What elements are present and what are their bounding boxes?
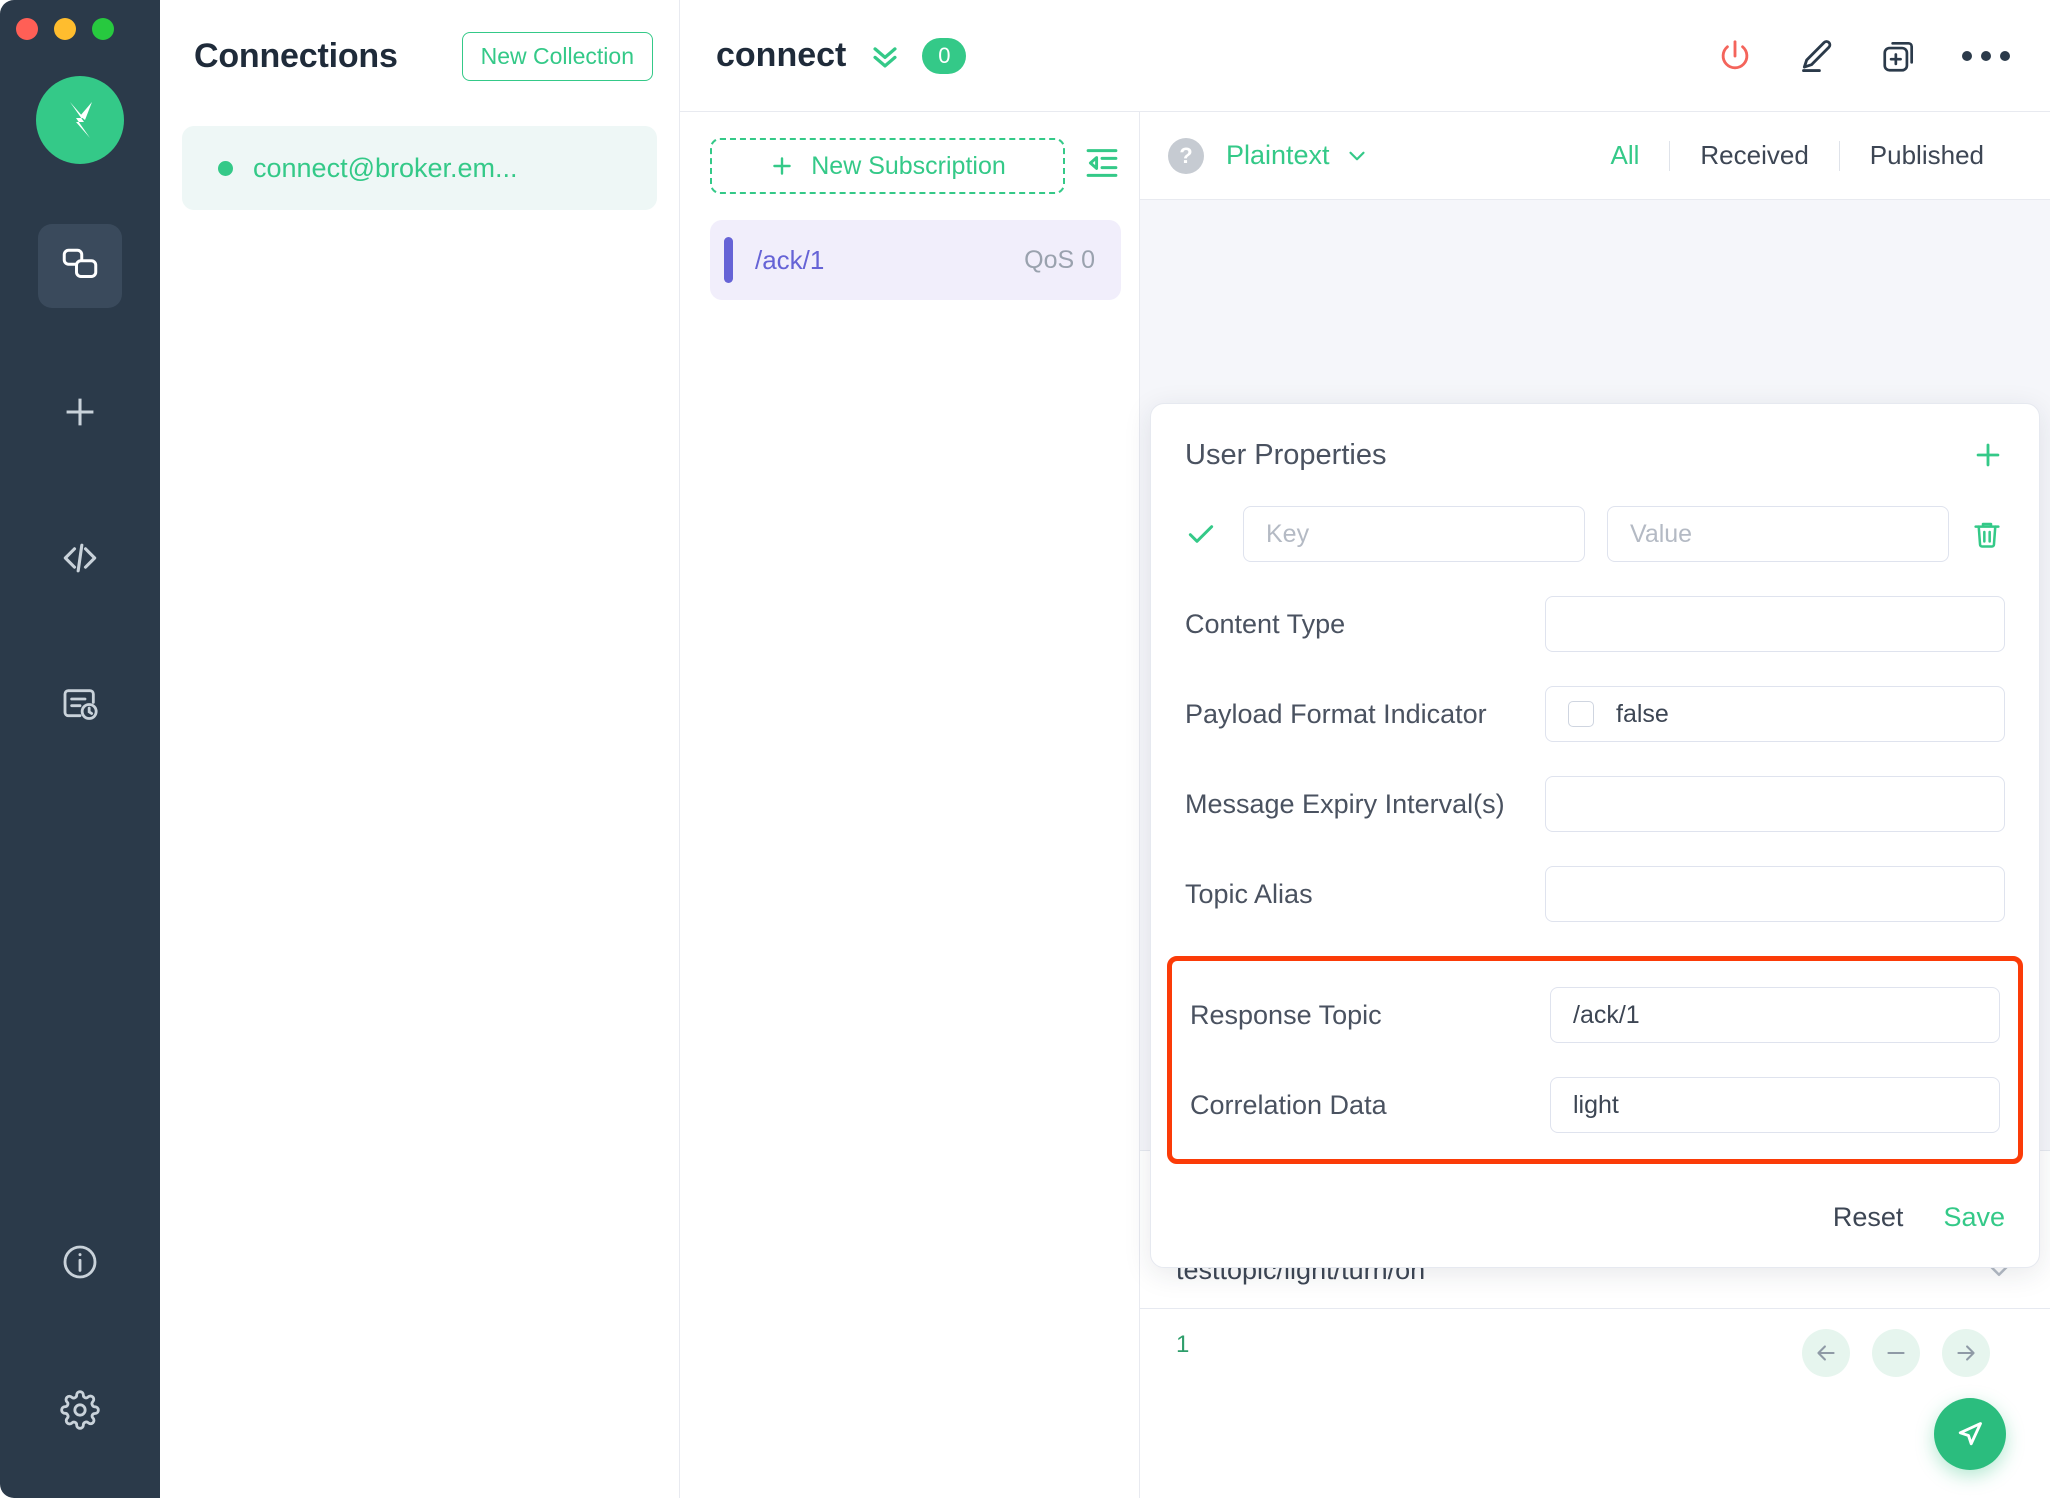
property-field: light	[1550, 1077, 2000, 1133]
pencil-icon[interactable]	[1798, 37, 1836, 75]
sidebar-item-settings[interactable]	[38, 1368, 122, 1452]
reset-button[interactable]: Reset	[1833, 1202, 1904, 1233]
connection-status-dot	[218, 161, 233, 176]
subscription-topic: /ack/1	[755, 245, 824, 276]
payload-format-value: Plaintext	[1226, 140, 1330, 171]
minus-icon[interactable]	[1872, 1329, 1920, 1377]
ellipsis-dots	[1962, 51, 2010, 61]
message-filters: All Received Published	[1580, 140, 2014, 171]
power-icon[interactable]	[1716, 37, 1754, 75]
new-subscription-label: New Subscription	[811, 152, 1006, 181]
window-traffic-lights	[16, 18, 114, 40]
payload-editor[interactable]: 1	[1140, 1308, 2050, 1498]
meta-popover-actions: Reset Save	[1185, 1176, 2005, 1267]
connection-title: connect	[716, 36, 846, 75]
connections-panel: Connections New Collection connect@broke…	[160, 0, 680, 1498]
property-row-content-type: Content Type	[1185, 596, 2005, 652]
payload-format-select[interactable]: Plaintext	[1226, 140, 1370, 171]
subscriptions-panel: New Subscription /ack/1 QoS 0	[680, 112, 1140, 1498]
page-title: Connections	[194, 37, 398, 76]
plus-icon	[1971, 438, 2005, 472]
property-field	[1545, 776, 2005, 832]
plus-icon	[769, 153, 795, 179]
rail-nav	[38, 224, 122, 808]
sidebar-item-scripts[interactable]	[38, 516, 122, 600]
send-icon	[1952, 1416, 1988, 1452]
user-property-key-input[interactable]: Key	[1243, 506, 1585, 562]
correlation-data-input[interactable]: light	[1550, 1077, 2000, 1133]
user-properties-title: User Properties	[1185, 439, 1386, 472]
collapse-left-icon[interactable]	[1083, 146, 1121, 180]
filter-all[interactable]: All	[1580, 140, 1669, 171]
double-chevron-down-icon[interactable]	[868, 39, 902, 73]
rail-nav-bottom	[0, 1220, 160, 1452]
payload-format-checkbox[interactable]	[1568, 701, 1594, 727]
property-label: Topic Alias	[1185, 879, 1545, 910]
user-property-row: Key Value	[1185, 506, 2005, 562]
minimize-window-button[interactable]	[54, 18, 76, 40]
user-property-value-input[interactable]: Value	[1607, 506, 1949, 562]
property-field	[1545, 596, 2005, 652]
property-row-correlation-data: Correlation Data light	[1190, 1077, 2000, 1133]
add-user-property-button[interactable]	[1971, 438, 2005, 472]
sidebar-item-connections[interactable]	[38, 224, 122, 308]
connection-name: connect@broker.em...	[253, 153, 518, 184]
chevron-down-icon	[1344, 143, 1370, 169]
mqttx-logo-icon	[36, 76, 124, 164]
sidebar-item-log[interactable]	[38, 662, 122, 746]
filter-received[interactable]: Received	[1670, 140, 1838, 171]
meta-popover: User Properties Key Value	[1150, 403, 2040, 1268]
new-subscription-button[interactable]: New Subscription	[710, 138, 1065, 194]
property-row-topic-alias: Topic Alias	[1185, 866, 2005, 922]
property-label: Message Expiry Interval(s)	[1185, 789, 1545, 820]
close-window-button[interactable]	[16, 18, 38, 40]
save-button[interactable]: Save	[1943, 1202, 2005, 1233]
left-rail	[0, 0, 160, 1498]
subscription-qos: QoS 0	[1024, 246, 1095, 275]
trash-icon[interactable]	[1971, 518, 2005, 550]
arrow-right-icon[interactable]	[1942, 1329, 1990, 1377]
connections-list: connect@broker.em...	[160, 112, 679, 210]
highlight-box: Response Topic /ack/1 Correlation Data l…	[1167, 956, 2023, 1164]
property-label: Payload Format Indicator	[1185, 699, 1545, 730]
ellipsis-icon[interactable]	[1962, 51, 2010, 61]
payload-format-indicator-value: false	[1616, 700, 1669, 729]
property-field: false	[1545, 686, 2005, 742]
property-row-message-expiry-interval: Message Expiry Interval(s)	[1185, 776, 2005, 832]
sidebar-item-new-connection[interactable]	[38, 370, 122, 454]
check-icon[interactable]	[1185, 518, 1221, 550]
connections-header: Connections New Collection	[160, 0, 679, 112]
message-count-badge: 0	[922, 38, 966, 74]
message-toolbar: ? Plaintext All Received Published	[1140, 112, 2050, 200]
filter-published[interactable]: Published	[1840, 140, 2014, 171]
property-row-payload-format-indicator: Payload Format Indicator false	[1185, 686, 2005, 742]
mqttx-window: Connections New Collection connect@broke…	[0, 0, 2050, 1498]
new-collection-button[interactable]: New Collection	[462, 32, 653, 81]
property-label: Correlation Data	[1190, 1090, 1550, 1121]
property-label: Content Type	[1185, 609, 1545, 640]
subscriptions-toolbar: New Subscription	[680, 112, 1139, 194]
topic-alias-input[interactable]	[1545, 866, 2005, 922]
copy-plus-icon[interactable]	[1880, 37, 1918, 75]
property-label: Response Topic	[1190, 1000, 1550, 1031]
subscription-item[interactable]: /ack/1 QoS 0	[710, 220, 1121, 300]
zoom-window-button[interactable]	[92, 18, 114, 40]
property-field: /ack/1	[1550, 987, 2000, 1043]
property-row-response-topic: Response Topic /ack/1	[1190, 987, 2000, 1043]
property-field	[1545, 866, 2005, 922]
content-type-input[interactable]	[1545, 596, 2005, 652]
editor-nav	[1802, 1329, 1990, 1377]
sidebar-item-about[interactable]	[38, 1220, 122, 1304]
header-actions	[1716, 37, 2022, 75]
main-header: connect 0	[680, 0, 2050, 112]
list-item[interactable]: connect@broker.em...	[182, 126, 657, 210]
question-circle-icon[interactable]: ?	[1168, 138, 1204, 174]
response-topic-input[interactable]: /ack/1	[1550, 987, 2000, 1043]
payload-format-indicator-field[interactable]: false	[1545, 686, 2005, 742]
meta-popover-header: User Properties	[1185, 438, 2005, 472]
arrow-left-icon[interactable]	[1802, 1329, 1850, 1377]
subscription-color-bar	[724, 237, 733, 283]
send-button[interactable]	[1934, 1398, 2006, 1470]
message-expiry-interval-input[interactable]	[1545, 776, 2005, 832]
